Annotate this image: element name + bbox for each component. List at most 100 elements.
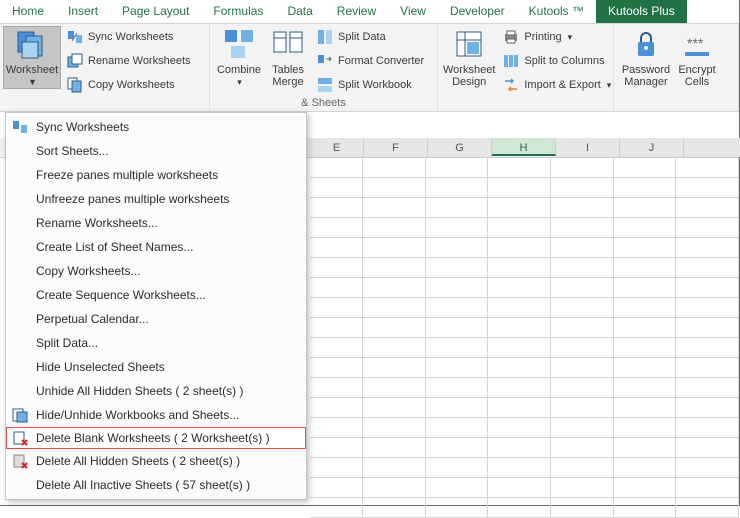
- tab-page-layout[interactable]: Page Layout: [110, 0, 201, 23]
- grid-cell[interactable]: [363, 398, 426, 418]
- grid-cell[interactable]: [426, 438, 489, 458]
- tab-view[interactable]: View: [388, 0, 438, 23]
- worksheet-button[interactable]: Worksheet ▼: [3, 26, 61, 89]
- grid-cell[interactable]: [676, 218, 739, 238]
- grid-cell[interactable]: [551, 178, 614, 198]
- grid-cell[interactable]: [426, 418, 489, 438]
- grid-cell[interactable]: [488, 158, 551, 178]
- grid-cell[interactable]: [363, 238, 426, 258]
- grid-cell[interactable]: [363, 218, 426, 238]
- grid-cell[interactable]: [363, 178, 426, 198]
- tab-formulas[interactable]: Formulas: [201, 0, 275, 23]
- grid-cell[interactable]: [426, 278, 489, 298]
- grid-cell[interactable]: [551, 258, 614, 278]
- grid-cell[interactable]: [676, 278, 739, 298]
- menu-delete-blank[interactable]: Delete Blank Worksheets ( 2 Worksheet(s)…: [6, 427, 306, 449]
- menu-delete-hidden[interactable]: Delete All Hidden Sheets ( 2 sheet(s) ): [6, 449, 306, 473]
- menu-split-data[interactable]: Split Data...: [6, 331, 306, 355]
- grid-cell[interactable]: [310, 378, 363, 398]
- format-converter-button[interactable]: Format Converter: [313, 50, 428, 72]
- grid-cell[interactable]: [676, 418, 739, 438]
- grid-cell[interactable]: [614, 438, 677, 458]
- grid-cell[interactable]: [676, 378, 739, 398]
- grid-cell[interactable]: [488, 218, 551, 238]
- grid-cell[interactable]: [488, 498, 551, 518]
- grid-cell[interactable]: [676, 238, 739, 258]
- grid-cell[interactable]: [614, 458, 677, 478]
- rename-worksheets-button[interactable]: Rename Worksheets: [63, 50, 195, 72]
- grid-cell[interactable]: [426, 338, 489, 358]
- grid-cell[interactable]: [310, 158, 363, 178]
- menu-sync-worksheets[interactable]: Sync Worksheets: [6, 115, 306, 139]
- grid-cell[interactable]: [426, 498, 489, 518]
- tables-merge-button[interactable]: Tables Merge: [265, 26, 311, 88]
- tab-kutools[interactable]: Kutools ™: [517, 0, 596, 23]
- tab-review[interactable]: Review: [325, 0, 388, 23]
- grid-cell[interactable]: [363, 258, 426, 278]
- grid-cell[interactable]: [426, 298, 489, 318]
- grid-cell[interactable]: [426, 478, 489, 498]
- grid-cell[interactable]: [676, 398, 739, 418]
- menu-rename-worksheets[interactable]: Rename Worksheets...: [6, 211, 306, 235]
- grid-cell[interactable]: [310, 238, 363, 258]
- grid-cell[interactable]: [614, 318, 677, 338]
- grid-cell[interactable]: [614, 218, 677, 238]
- grid-cell[interactable]: [310, 318, 363, 338]
- column-header-e[interactable]: E: [310, 138, 364, 157]
- grid-cell[interactable]: [488, 378, 551, 398]
- tab-kutools-plus[interactable]: Kutools Plus: [596, 0, 687, 23]
- worksheet-design-button[interactable]: Worksheet Design: [441, 26, 497, 88]
- grid-cell[interactable]: [426, 178, 489, 198]
- grid-cell[interactable]: [676, 458, 739, 478]
- grid-cell[interactable]: [310, 418, 363, 438]
- menu-create-list[interactable]: Create List of Sheet Names...: [6, 235, 306, 259]
- column-header-i[interactable]: I: [556, 138, 620, 157]
- grid-cell[interactable]: [488, 438, 551, 458]
- grid-cell[interactable]: [614, 198, 677, 218]
- grid-cell[interactable]: [614, 338, 677, 358]
- grid-cell[interactable]: [426, 378, 489, 398]
- grid-cell[interactable]: [676, 338, 739, 358]
- grid-cell[interactable]: [676, 478, 739, 498]
- column-header-f[interactable]: F: [364, 138, 428, 157]
- grid-cell[interactable]: [310, 298, 363, 318]
- grid-cell[interactable]: [488, 238, 551, 258]
- grid-cell[interactable]: [488, 318, 551, 338]
- grid-cell[interactable]: [676, 198, 739, 218]
- tab-home[interactable]: Home: [0, 0, 56, 23]
- grid-cell[interactable]: [363, 358, 426, 378]
- grid-cell[interactable]: [614, 398, 677, 418]
- grid-cell[interactable]: [551, 498, 614, 518]
- grid-cell[interactable]: [614, 358, 677, 378]
- grid-cell[interactable]: [488, 398, 551, 418]
- grid-cell[interactable]: [488, 458, 551, 478]
- grid-cell[interactable]: [551, 238, 614, 258]
- import-export-button[interactable]: Import & Export▾: [499, 74, 615, 96]
- grid-cell[interactable]: [426, 458, 489, 478]
- combine-button[interactable]: Combine ▾: [213, 26, 265, 88]
- menu-unhide-hidden[interactable]: Unhide All Hidden Sheets ( 2 sheet(s) ): [6, 379, 306, 403]
- column-header-end[interactable]: [684, 138, 740, 157]
- copy-worksheets-button[interactable]: Copy Worksheets: [63, 74, 195, 96]
- grid-cell[interactable]: [426, 318, 489, 338]
- grid-cell[interactable]: [363, 498, 426, 518]
- grid-cell[interactable]: [426, 198, 489, 218]
- menu-hide-unhide-workbooks[interactable]: Hide/Unhide Workbooks and Sheets...: [6, 403, 306, 427]
- grid-cell[interactable]: [426, 158, 489, 178]
- encrypt-cells-button[interactable]: *** Encrypt Cells: [675, 26, 719, 88]
- grid-cell[interactable]: [488, 478, 551, 498]
- grid-cell[interactable]: [488, 338, 551, 358]
- grid-cell[interactable]: [488, 298, 551, 318]
- grid-cell[interactable]: [310, 258, 363, 278]
- grid-cell[interactable]: [488, 258, 551, 278]
- grid-cell[interactable]: [676, 158, 739, 178]
- grid-cell[interactable]: [551, 198, 614, 218]
- column-header-j[interactable]: J: [620, 138, 684, 157]
- grid-cell[interactable]: [614, 238, 677, 258]
- grid-cell[interactable]: [488, 198, 551, 218]
- grid-cell[interactable]: [676, 298, 739, 318]
- grid-cell[interactable]: [426, 218, 489, 238]
- split-data-button[interactable]: Split Data: [313, 26, 428, 48]
- printing-button[interactable]: Printing▾: [499, 26, 615, 48]
- grid-cell[interactable]: [426, 238, 489, 258]
